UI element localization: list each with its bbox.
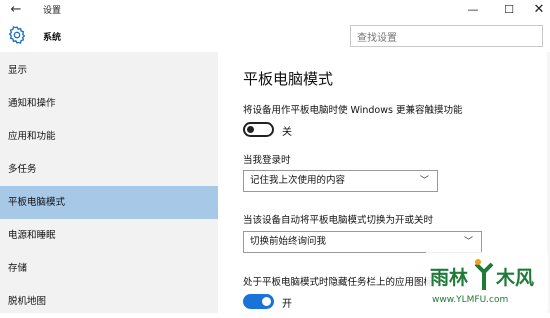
sidebar-item-power-sleep[interactable]: 电源和睡眠 xyxy=(0,219,218,252)
sidebar-item-storage[interactable]: 存储 xyxy=(0,252,218,285)
back-arrow-icon[interactable]: ← xyxy=(6,1,26,19)
sidebar-item-apps-features[interactable]: 应用和功能 xyxy=(0,120,218,153)
signin-dropdown[interactable]: 记住我上次使用的内容 ﹀ xyxy=(243,170,438,192)
header: 系统 xyxy=(0,22,550,52)
signin-setting-label: 当我登录时 xyxy=(243,155,291,166)
auto-switch-dropdown[interactable]: 切换前始终询问我 ﹀ xyxy=(243,231,482,253)
taskbar-setting-label: 处于平板电脑模式时隐藏任务栏上的应用图标 xyxy=(243,277,434,288)
auto-switch-setting-label: 当该设备自动将平板电脑模式切换为开或关时 xyxy=(243,215,434,226)
toggle-knob xyxy=(247,126,254,133)
page-title: 平板电脑模式 xyxy=(243,70,334,88)
svg-text:雨林: 雨林 xyxy=(430,266,468,289)
section-title: 系统 xyxy=(43,33,62,43)
touch-setting-label: 将设备用作平板电脑时使 Windows 更兼容触摸功能 xyxy=(243,105,463,116)
maximize-button[interactable]: ☐ xyxy=(492,0,526,20)
svg-text:木风: 木风 xyxy=(495,266,534,289)
toggle-knob xyxy=(262,297,271,306)
sidebar-item-offline-maps[interactable]: 脱机地图 xyxy=(0,285,218,318)
sidebar-item-display[interactable]: 显示 xyxy=(0,54,218,87)
chevron-down-icon: ﹀ xyxy=(419,176,429,186)
search-box[interactable] xyxy=(350,25,543,49)
touch-toggle-state: 关 xyxy=(282,127,292,138)
window-title: 设置 xyxy=(43,6,62,16)
watermark-logo: 雨林 木风 www.YLMFU.com xyxy=(426,252,548,310)
touch-toggle[interactable] xyxy=(243,122,274,137)
watermark-url: www.YLMFU.com xyxy=(432,295,508,305)
sidebar-item-multitasking[interactable]: 多任务 xyxy=(0,153,218,186)
minimize-button[interactable]: — xyxy=(456,0,490,20)
close-button[interactable]: ✕ xyxy=(522,0,550,20)
taskbar-toggle[interactable] xyxy=(243,294,274,309)
signin-dropdown-value: 记住我上次使用的内容 xyxy=(250,175,346,186)
sidebar: 显示 通知和操作 应用和功能 多任务 平板电脑模式 电源和睡眠 存储 脱机地图 xyxy=(0,52,218,313)
auto-switch-dropdown-value: 切换前始终询问我 xyxy=(250,236,327,247)
chevron-down-icon: ﹀ xyxy=(463,237,473,247)
search-input[interactable] xyxy=(351,28,521,49)
sidebar-item-notifications[interactable]: 通知和操作 xyxy=(0,87,218,120)
title-bar: ← 设置 — ☐ ✕ xyxy=(0,0,550,22)
sidebar-item-tablet-mode[interactable]: 平板电脑模式 xyxy=(0,186,218,219)
taskbar-toggle-state: 开 xyxy=(282,299,292,310)
gear-icon xyxy=(8,26,26,44)
